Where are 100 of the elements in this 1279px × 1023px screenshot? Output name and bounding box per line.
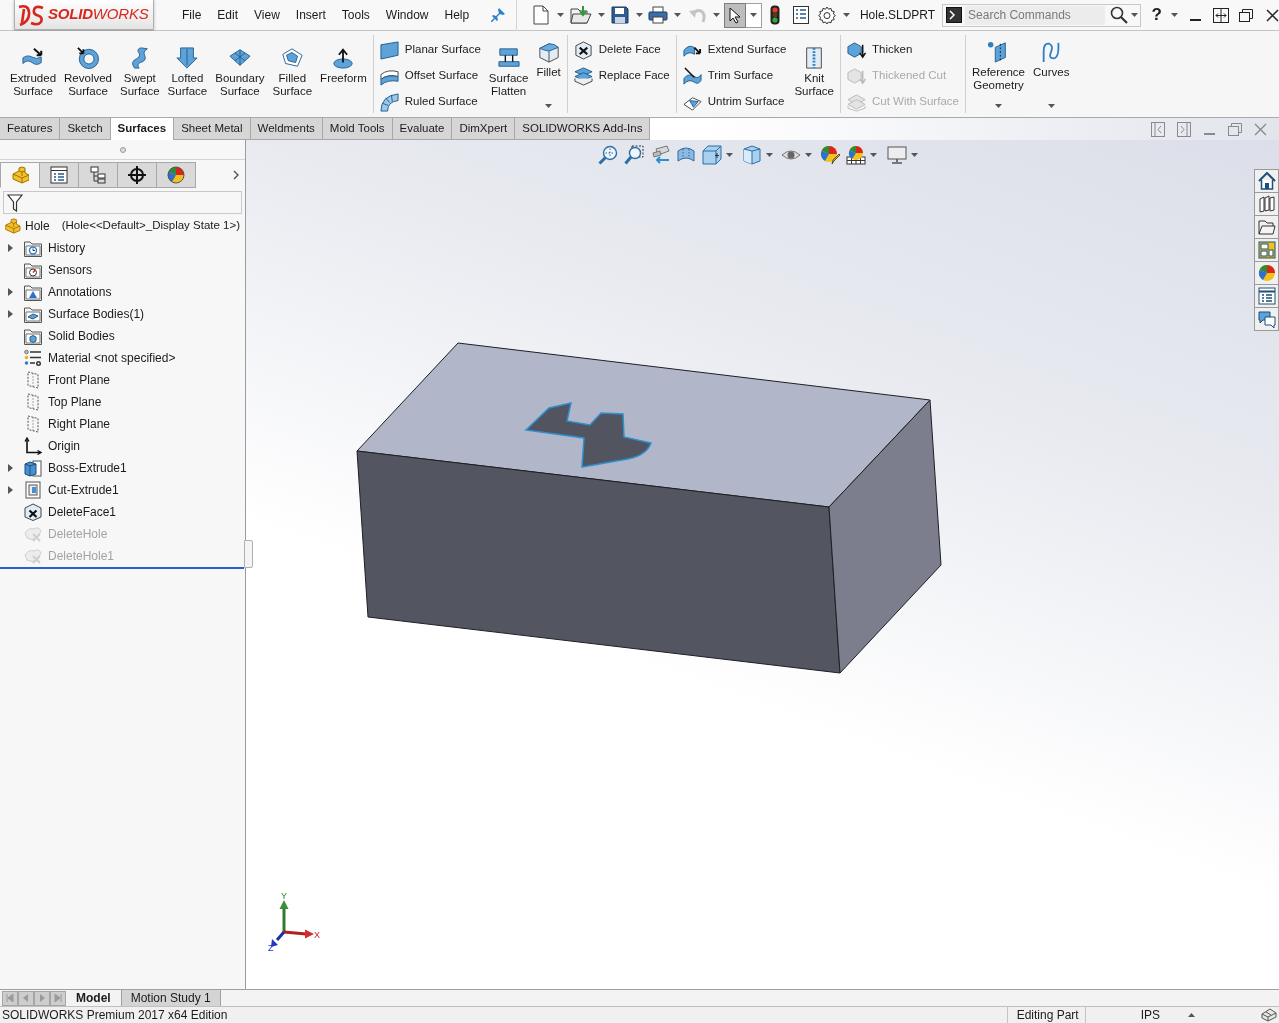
ribbon-button[interactable]: Boundary Surface — [211, 31, 269, 98]
task-pane-tab[interactable] — [1254, 238, 1279, 262]
expand-arrow-icon[interactable] — [8, 244, 13, 252]
tree-item[interactable]: Origin — [48, 437, 80, 455]
task-pane-tab[interactable] — [1254, 307, 1279, 331]
menu-item[interactable]: Tools — [333, 6, 378, 24]
ribbon-button[interactable]: Fillet — [532, 31, 565, 117]
task-pane-tab[interactable] — [1254, 261, 1279, 285]
command-tab[interactable]: Sheet Metal — [174, 118, 251, 140]
caret-icon[interactable] — [1131, 13, 1139, 17]
expand-arrow-icon[interactable] — [8, 310, 13, 318]
select-dropdown-button[interactable] — [746, 2, 762, 28]
filter-field[interactable] — [3, 191, 242, 214]
close-icon[interactable] — [1266, 8, 1279, 22]
settings-icon[interactable] — [817, 6, 836, 24]
new-document-icon[interactable] — [533, 5, 550, 25]
caret-icon[interactable] — [870, 153, 877, 157]
bottom-tab[interactable]: Motion Study 1 — [120, 990, 221, 1006]
view-cube-icon[interactable] — [702, 145, 722, 165]
units-button[interactable]: IPS — [1140, 1006, 1160, 1023]
ribbon-button[interactable]: Freeform — [316, 31, 371, 85]
scene-icon[interactable] — [846, 145, 866, 165]
command-tab[interactable]: SOLIDWORKS Add-Ins — [515, 118, 651, 140]
save-icon[interactable] — [611, 6, 630, 24]
task-pane-tab[interactable] — [1254, 215, 1279, 239]
tree-item[interactable]: Annotations — [48, 283, 112, 301]
ribbon-button[interactable]: Trim Surface — [682, 63, 787, 89]
ribbon-button[interactable]: Knit Surface — [790, 31, 838, 98]
tree-item[interactable]: Surface Bodies(1) — [48, 305, 145, 323]
caret-icon[interactable] — [1171, 13, 1178, 17]
tree-item[interactable]: Top Plane — [48, 393, 102, 411]
ribbon-button[interactable]: Filled Surface — [268, 31, 317, 98]
ribbon-button[interactable]: Extruded Surface — [6, 31, 61, 98]
previous-view-icon[interactable] — [650, 145, 670, 165]
ribbon-button[interactable]: Untrim Surface — [682, 89, 787, 115]
command-tab[interactable]: Sketch — [60, 118, 111, 140]
ribbon-button[interactable]: Reference Geometry — [967, 31, 1029, 117]
caret-icon[interactable] — [805, 153, 812, 157]
tree-item[interactable]: DeleteFace1 — [48, 503, 117, 521]
appearance-icon[interactable] — [820, 145, 840, 165]
command-tab[interactable]: Features — [0, 118, 61, 140]
panel-left-icon[interactable] — [1151, 121, 1165, 137]
tile-windows-icon[interactable] — [1213, 7, 1229, 23]
grip-dot-icon[interactable] — [119, 146, 126, 153]
command-tab[interactable]: DimXpert — [452, 118, 516, 140]
task-pane-tab[interactable] — [1254, 284, 1279, 308]
expand-arrow-icon[interactable] — [8, 486, 13, 494]
tree-item[interactable]: History — [48, 239, 86, 257]
menu-item[interactable]: View — [246, 6, 288, 24]
scroll-left-button[interactable] — [18, 990, 34, 1006]
tree-item[interactable]: Material <not specified> — [48, 349, 176, 367]
ribbon-button[interactable]: Planar Surface — [379, 37, 481, 63]
traffic-light-icon[interactable] — [769, 5, 780, 25]
menu-item[interactable]: Insert — [287, 6, 334, 24]
search-field[interactable]: Search Commands — [965, 5, 1106, 25]
caret-icon[interactable] — [726, 153, 733, 157]
ribbon-button[interactable]: Extend Surface — [682, 37, 787, 63]
pin-icon[interactable] — [491, 8, 506, 22]
ribbon-button[interactable]: Thicken — [847, 37, 959, 63]
caret-icon[interactable] — [911, 153, 918, 157]
print-icon[interactable] — [648, 6, 669, 24]
help-button[interactable]: ? — [1151, 5, 1162, 25]
caret-icon[interactable] — [842, 13, 850, 17]
tree-item[interactable]: Cut-Extrude1 — [48, 481, 119, 499]
menu-item[interactable]: Edit — [209, 6, 246, 24]
expand-arrow-icon[interactable] — [8, 464, 13, 472]
restore-icon[interactable] — [1239, 8, 1253, 22]
tree-item[interactable]: Right Plane — [48, 415, 111, 433]
expand-arrow-icon[interactable] — [8, 288, 13, 296]
caret-icon[interactable] — [713, 13, 721, 17]
ribbon-button[interactable]: Revolved Surface — [60, 31, 116, 98]
scroll-last-button[interactable] — [50, 990, 66, 1006]
panel-splitter-handle[interactable] — [244, 540, 253, 568]
ribbon-button[interactable]: Replace Face — [573, 63, 670, 89]
ribbon-button[interactable]: Delete Face — [573, 37, 670, 63]
bottom-tab[interactable]: Model — [66, 990, 121, 1006]
zoom-fit-icon[interactable] — [598, 145, 618, 165]
panel-tab[interactable] — [117, 162, 157, 188]
panel-right-icon[interactable] — [1177, 121, 1191, 137]
menu-item[interactable]: Window — [377, 6, 437, 24]
menu-item[interactable]: Help — [436, 6, 478, 24]
caret-icon[interactable] — [598, 13, 606, 17]
ribbon-button[interactable]: Curves — [1029, 31, 1074, 117]
menu-item[interactable]: File — [174, 6, 210, 24]
task-pane-tab[interactable] — [1254, 169, 1279, 193]
caret-icon[interactable] — [557, 13, 565, 17]
caret-icon[interactable] — [636, 13, 644, 17]
tree-item[interactable]: Front Plane — [48, 371, 111, 389]
tree-item[interactable]: Sensors — [48, 261, 93, 279]
command-tab[interactable]: Evaluate — [392, 118, 453, 140]
ribbon-button[interactable]: Lofted Surface — [163, 31, 212, 98]
chevron-right-icon[interactable] — [233, 170, 239, 180]
caret-icon[interactable] — [766, 153, 773, 157]
select-button[interactable] — [724, 2, 747, 28]
command-tab[interactable]: Mold Tools — [322, 118, 393, 140]
ribbon-button[interactable]: Ruled Surface — [379, 89, 481, 115]
properties-icon[interactable] — [792, 6, 809, 24]
tree-item[interactable]: Hole — [25, 217, 50, 235]
ribbon-button[interactable]: Surface Flatten — [484, 31, 533, 98]
ribbon-button[interactable]: Offset Surface — [379, 63, 481, 89]
